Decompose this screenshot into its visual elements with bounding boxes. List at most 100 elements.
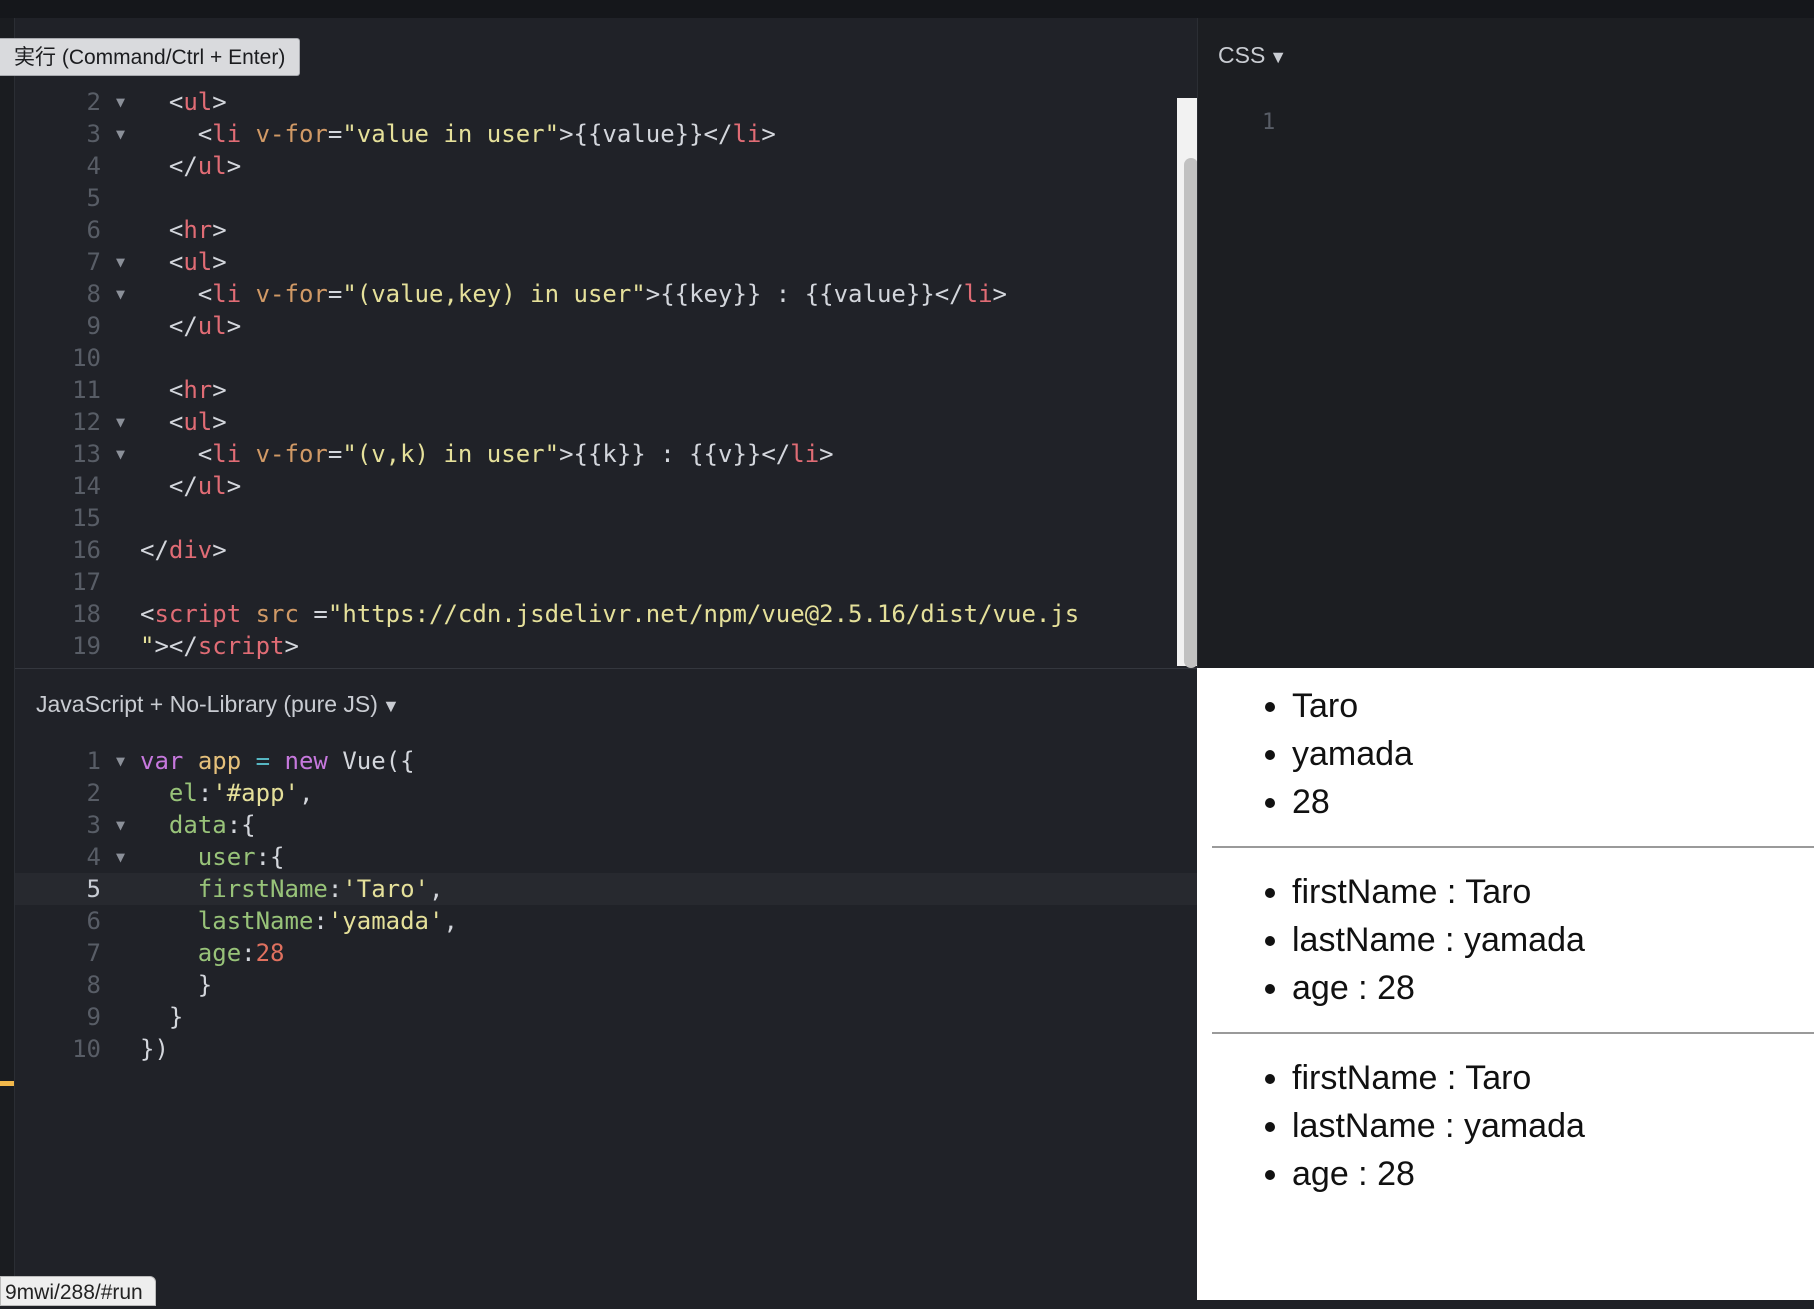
code-token: age: [197, 939, 242, 967]
code-token: >: [212, 536, 227, 564]
code-text: <hr>: [140, 374, 227, 406]
line-number: 16: [72, 536, 101, 564]
html-scrollbar-thumb[interactable]: [1184, 158, 1197, 668]
html-editor-panel[interactable]: 2 ▼ <ul> 3 ▼ <li v-for="value in user">{{va…: [15, 18, 1197, 668]
code-line[interactable]: 17: [15, 566, 1197, 598]
fold-toggle-icon[interactable]: ▼: [116, 86, 125, 118]
code-token: ul: [183, 408, 213, 436]
code-line[interactable]: 14 </ul>: [15, 470, 1197, 502]
code-token: "value in user": [342, 120, 560, 148]
code-token: :{: [255, 843, 285, 871]
code-line[interactable]: 4 ▼ user:{: [15, 841, 1197, 873]
code-token: >: [226, 312, 242, 340]
code-line[interactable]: 18 <script src ="https://cdn.jsdelivr.net…: [15, 598, 1197, 630]
code-token: li: [790, 440, 820, 468]
code-line[interactable]: 10: [15, 342, 1197, 374]
code-line[interactable]: 12 ▼ <ul>: [15, 406, 1197, 438]
code-line[interactable]: 9 }: [15, 1001, 1197, 1033]
line-number: 7: [86, 248, 101, 276]
line-number: 10: [72, 1035, 101, 1063]
code-text: <li v-for="(v,k) in user">{{k}} : {{v}}<…: [140, 438, 834, 470]
caret-down-icon: ▼: [1269, 47, 1288, 67]
caret-down-icon: ▼: [381, 696, 400, 716]
code-token: >: [212, 88, 227, 116]
run-button[interactable]: 実行 (Command/Ctrl + Enter): [0, 38, 301, 76]
code-token: <: [140, 280, 213, 308]
fold-toggle-icon[interactable]: ▼: [116, 118, 125, 150]
code-line[interactable]: 4 </ul>: [15, 150, 1197, 182]
code-line[interactable]: 6 lastName:'yamada',: [15, 905, 1197, 937]
code-token: >: [212, 248, 227, 276]
code-line[interactable]: 6 <hr>: [15, 214, 1197, 246]
code-line[interactable]: 11 <hr>: [15, 374, 1197, 406]
result-divider: [1212, 846, 1814, 848]
js-code-area[interactable]: 1 ▼ var app = new Vue({2 el:'#app', 3 ▼ data…: [15, 745, 1197, 1065]
code-line[interactable]: 1 ▼ var app = new Vue({: [15, 745, 1197, 777]
code-token: <: [140, 216, 184, 244]
code-line[interactable]: 10}): [15, 1033, 1197, 1065]
code-line[interactable]: 8 ▼ <li v-for="(value,key) in user">{{key…: [15, 278, 1197, 310]
fold-toggle-icon[interactable]: ▼: [116, 745, 125, 777]
fold-toggle-icon[interactable]: ▼: [116, 809, 125, 841]
fold-toggle-icon[interactable]: ▼: [116, 841, 125, 873]
code-token: <: [140, 408, 184, 436]
code-line[interactable]: 2 el:'#app',: [15, 777, 1197, 809]
code-line[interactable]: 7 age:28: [15, 937, 1197, 969]
code-line[interactable]: 13 ▼ <li v-for="(v,k) in user">{{k}} : {{…: [15, 438, 1197, 470]
code-token: script: [154, 600, 242, 628]
result-list-values: Taroyamada28: [1197, 682, 1814, 826]
code-text: user:{: [140, 841, 285, 873]
code-line[interactable]: 5 firstName:'Taro',: [15, 873, 1197, 905]
code-text: data:{: [140, 809, 256, 841]
line-number: 6: [86, 216, 101, 244]
code-token: lastName: [197, 907, 314, 935]
html-code-area[interactable]: 2 ▼ <ul> 3 ▼ <li v-for="value in user">{{va…: [15, 86, 1197, 662]
code-token: li: [212, 440, 242, 468]
code-token: <: [140, 600, 155, 628]
code-text: el:'#app',: [140, 777, 314, 809]
fold-toggle-icon[interactable]: ▼: [116, 406, 125, 438]
fold-toggle-icon[interactable]: ▼: [116, 246, 125, 278]
status-url-tooltip: 9mwi/288/#run: [0, 1276, 156, 1306]
fold-toggle-icon[interactable]: ▼: [116, 438, 125, 470]
code-line[interactable]: 19 "></script>: [15, 630, 1197, 662]
code-line[interactable]: 8 }: [15, 969, 1197, 1001]
code-line[interactable]: 3 ▼ data:{: [15, 809, 1197, 841]
code-token: :: [241, 939, 256, 967]
result-list-item: lastName : yamada: [1292, 1102, 1814, 1150]
code-token: div: [168, 536, 213, 564]
code-token: user: [197, 843, 256, 871]
code-token: v-for: [255, 280, 328, 308]
line-number: 9: [86, 1003, 101, 1031]
code-line[interactable]: 2 ▼ <ul>: [15, 86, 1197, 118]
code-token: ,: [443, 907, 458, 935]
code-token: var: [140, 747, 184, 775]
code-token: :{: [226, 811, 256, 839]
css-editor-panel[interactable]: CSS ▼ 1: [1197, 18, 1814, 668]
fold-toggle-icon[interactable]: ▼: [116, 278, 125, 310]
css-language-selector[interactable]: CSS ▼: [1218, 42, 1287, 69]
code-line[interactable]: 3 ▼ <li v-for="value in user">{{value}}</…: [15, 118, 1197, 150]
code-line[interactable]: 5: [15, 182, 1197, 214]
code-line[interactable]: 16 </div>: [15, 534, 1197, 566]
js-language-selector[interactable]: JavaScript + No-Library (pure JS) ▼: [36, 691, 400, 718]
line-number: 12: [72, 408, 101, 436]
code-token: ul: [197, 152, 227, 180]
code-line[interactable]: 9 </ul>: [15, 310, 1197, 342]
code-line[interactable]: 7 ▼ <ul>: [15, 246, 1197, 278]
code-token: </: [140, 472, 198, 500]
code-line[interactable]: 15: [15, 502, 1197, 534]
code-token: }: [140, 971, 213, 999]
code-text: age:28: [140, 937, 285, 969]
code-token: =: [298, 600, 328, 628]
code-token: =: [327, 280, 343, 308]
code-text: </ul>: [140, 470, 241, 502]
js-editor-panel[interactable]: JavaScript + No-Library (pure JS) ▼ 1 ▼ var…: [15, 668, 1197, 1300]
line-number: 4: [86, 843, 101, 871]
line-number: 3: [86, 120, 101, 148]
code-token: ul: [183, 88, 213, 116]
code-token: :: [313, 907, 328, 935]
